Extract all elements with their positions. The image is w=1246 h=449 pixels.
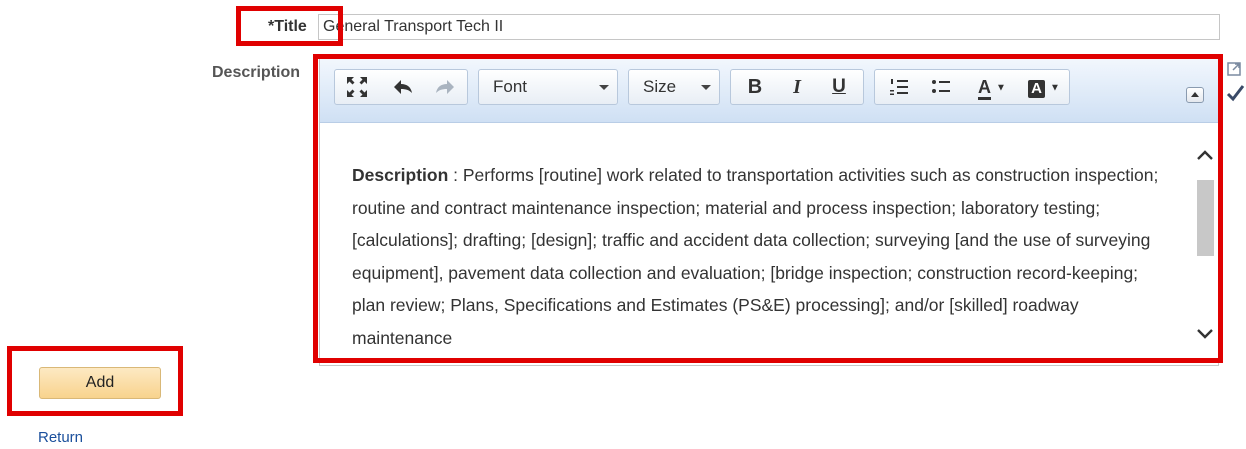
text-color-button[interactable]: A ▼ <box>969 70 1015 104</box>
title-input[interactable]: General Transport Tech II <box>318 14 1220 40</box>
editor-toolbar: Font Size B I U A ▼ A ▼ <box>320 59 1218 123</box>
maximize-icon[interactable] <box>339 70 375 104</box>
text-color-label: A <box>978 77 992 100</box>
chevron-down-icon: ▼ <box>996 82 1006 94</box>
toolbar-group-lists: A ▼ A ▼ <box>874 69 1070 105</box>
title-label: *Title <box>268 18 307 35</box>
scroll-up-icon[interactable] <box>1192 144 1218 166</box>
editor-scrollbar[interactable] <box>1192 144 1218 346</box>
size-select[interactable]: Size <box>628 69 720 105</box>
font-select-label: Font <box>493 77 528 96</box>
numbered-list-icon[interactable] <box>881 70 917 104</box>
font-select[interactable]: Font <box>478 69 618 105</box>
toolbar-group-history <box>334 69 468 105</box>
return-link[interactable]: Return <box>38 429 83 446</box>
content-keyword: Description <box>352 165 449 185</box>
description-editor: Font Size B I U A ▼ A ▼ Description: Pe… <box>319 58 1219 366</box>
redo-icon[interactable] <box>427 70 463 104</box>
bullet-list-icon[interactable] <box>923 70 959 104</box>
underline-button[interactable]: U <box>821 70 857 104</box>
spell-check-icon[interactable] <box>1225 82 1245 107</box>
undo-icon[interactable] <box>385 70 421 104</box>
side-icons <box>1225 62 1245 112</box>
chevron-down-icon <box>599 85 609 90</box>
size-select-label: Size <box>643 77 677 96</box>
background-color-label: A <box>1028 80 1045 98</box>
scroll-thumb[interactable] <box>1197 180 1214 256</box>
editor-content[interactable]: Description : Performs [routine] work re… <box>352 159 1162 354</box>
scroll-down-icon[interactable] <box>1192 324 1218 346</box>
chevron-down-icon <box>701 85 711 90</box>
bold-button[interactable]: B <box>737 70 773 104</box>
description-label: Description <box>212 64 301 81</box>
background-color-button[interactable]: A ▼ <box>1021 70 1067 104</box>
collapse-toolbar-icon[interactable] <box>1186 87 1204 103</box>
add-button[interactable]: Add <box>39 367 161 399</box>
content-text: : Performs [routine] work related to tra… <box>352 165 1159 348</box>
expand-window-icon[interactable] <box>1227 62 1241 81</box>
chevron-down-icon: ▼ <box>1049 82 1060 94</box>
italic-button[interactable]: I <box>779 70 815 104</box>
toolbar-group-format: B I U <box>730 69 864 105</box>
